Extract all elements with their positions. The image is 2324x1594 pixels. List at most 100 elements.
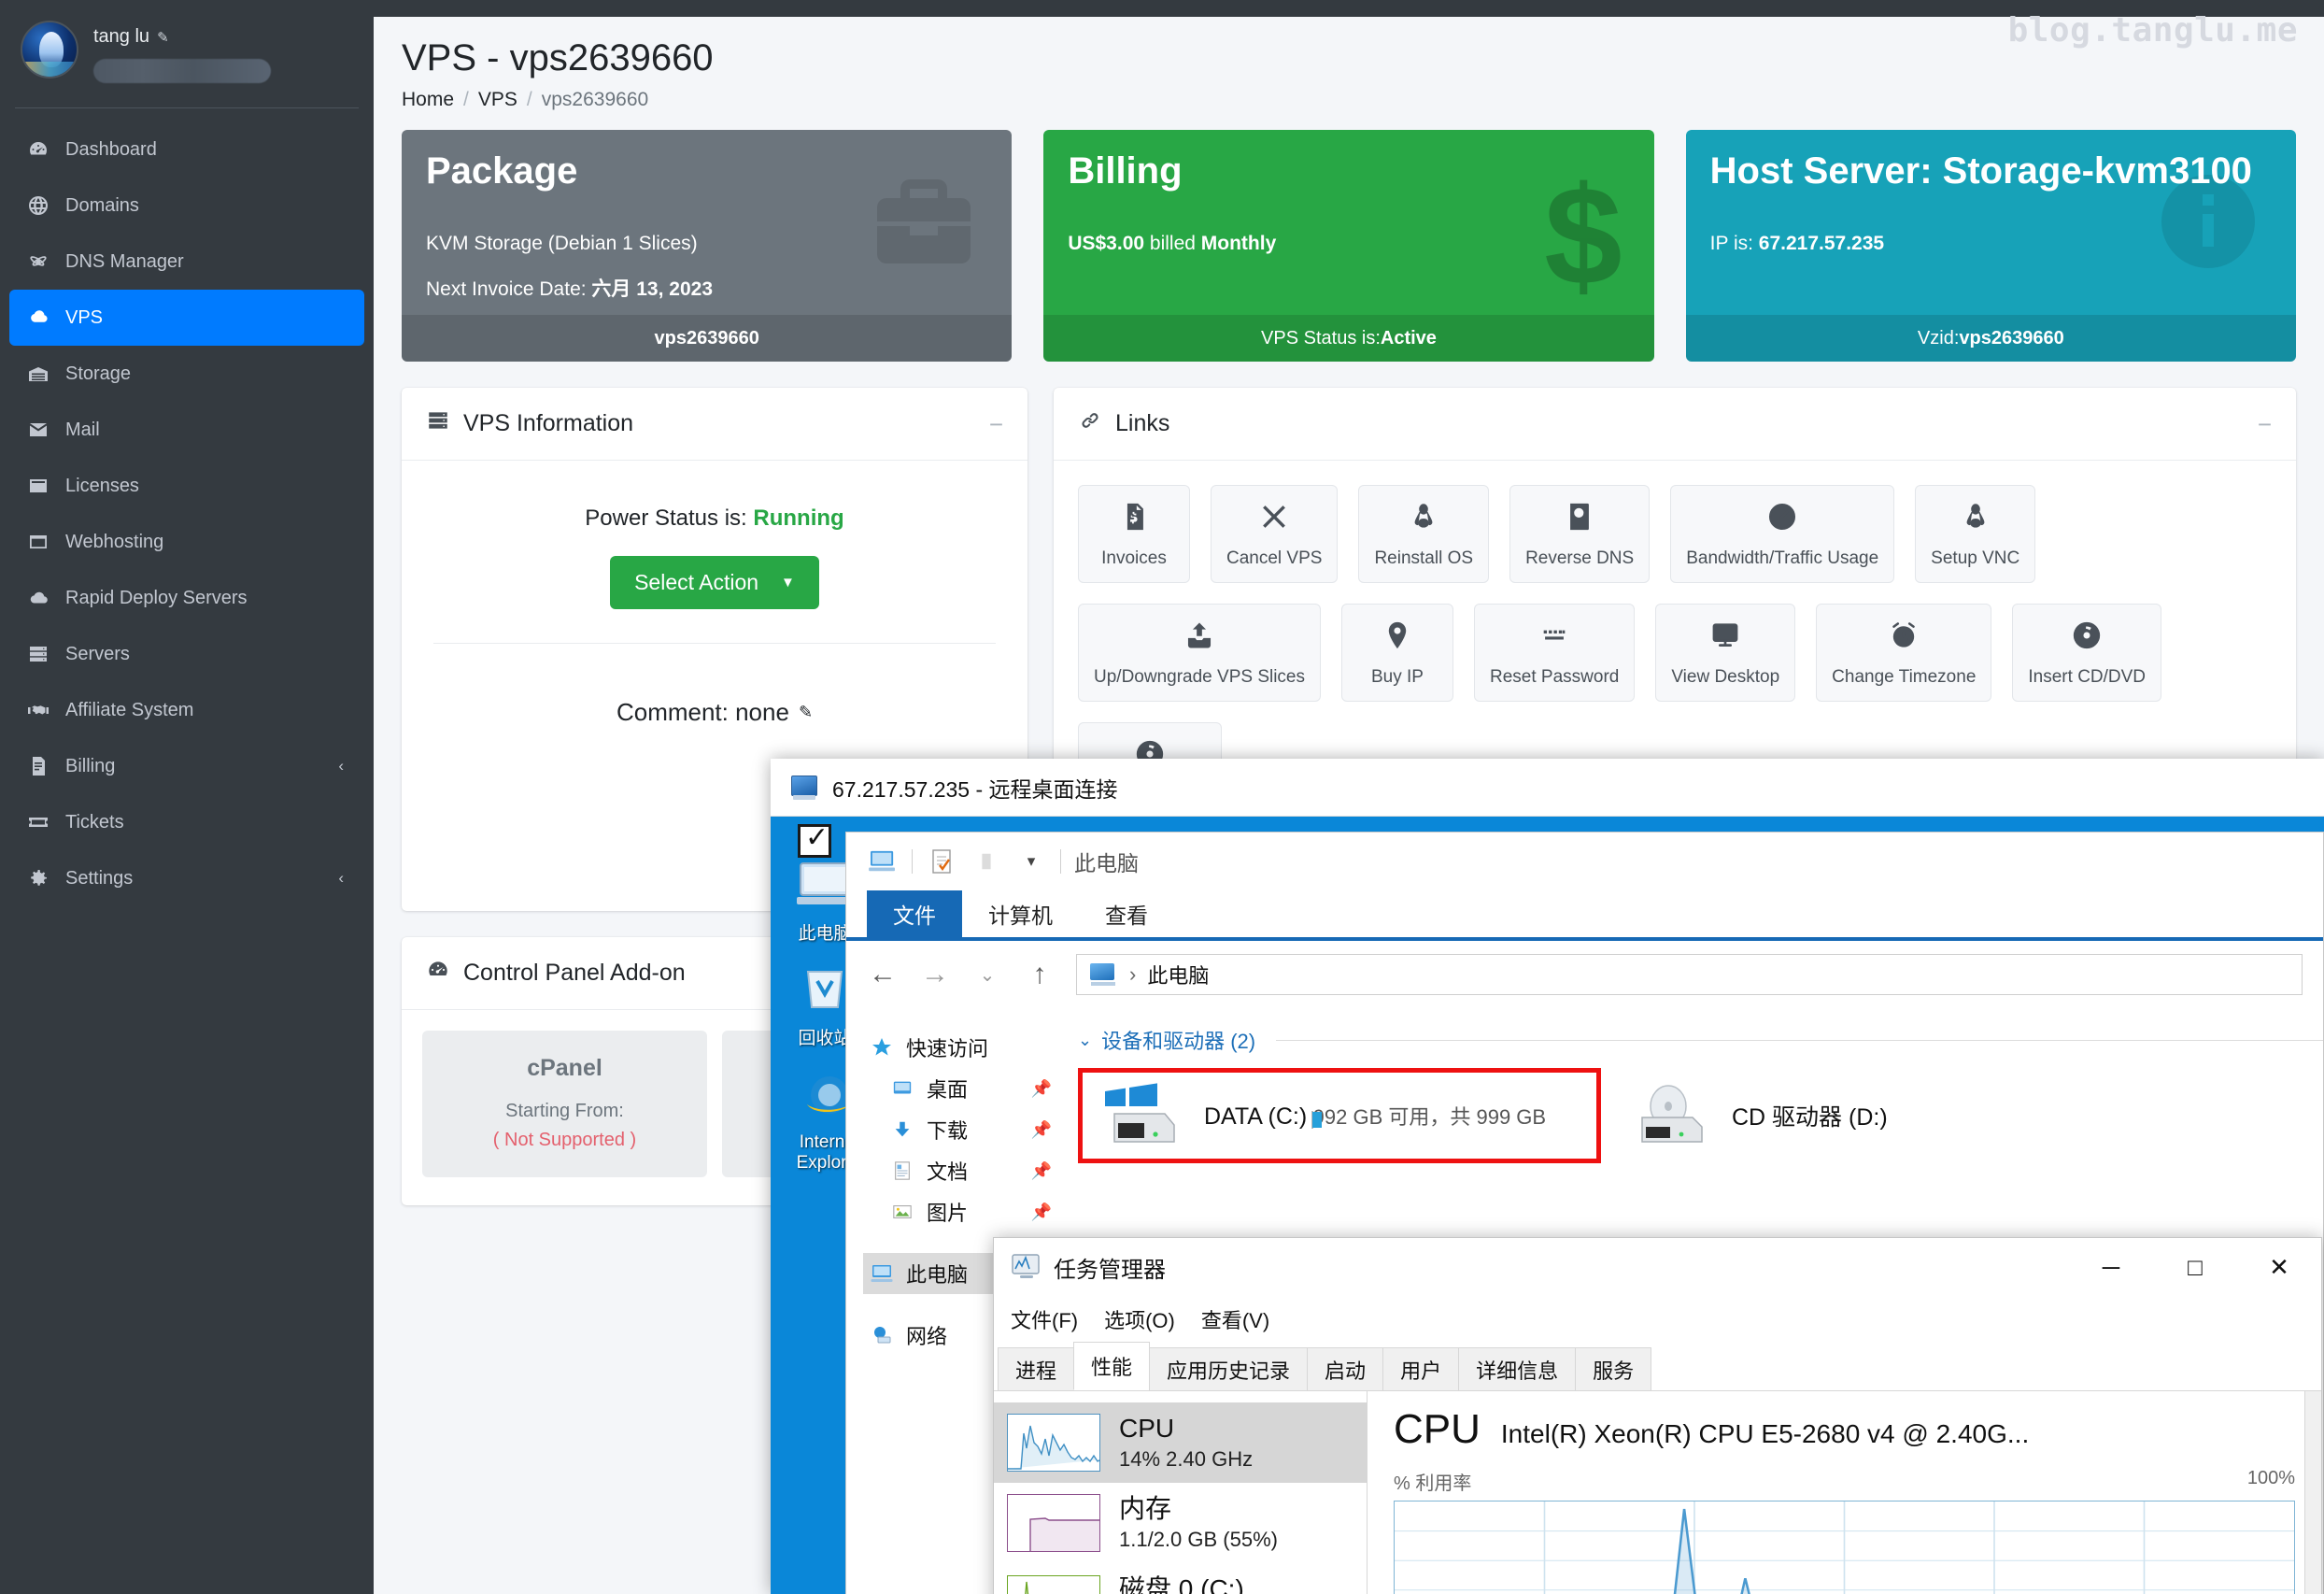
package-plan: KVM Storage (Debian 1 Slices)	[426, 233, 698, 254]
select-action-button[interactable]: Select Action ▼	[610, 556, 819, 609]
tab-view[interactable]: 查看	[1079, 890, 1174, 937]
sidebar-item-label: Affiliate System	[65, 699, 194, 720]
pin-icon[interactable]: 📌	[1031, 1120, 1052, 1140]
pencil-icon[interactable]: ✎	[157, 29, 169, 46]
up-button[interactable]: ↑	[1024, 959, 1056, 990]
link-tile-invoices[interactable]: Invoices	[1078, 485, 1190, 583]
tab-file[interactable]: 文件	[867, 890, 962, 937]
sidebar-item-servers[interactable]: Servers	[9, 626, 364, 682]
sidebar-item-domains[interactable]: Domains	[9, 178, 364, 234]
remote-desktop-canvas[interactable]: 此电脑 回收站 Internet Explorer	[771, 817, 2324, 1594]
desktop-select-checkbox[interactable]	[798, 821, 831, 858]
tree-item-desktop[interactable]: 桌面 📌	[863, 1068, 1061, 1109]
sidebar-item-webhosting[interactable]: Webhosting	[9, 514, 364, 570]
pin-icon[interactable]: 📌	[1031, 1203, 1052, 1222]
link-tile-setup-vnc[interactable]: Setup VNC	[1915, 485, 2036, 583]
task-manager-titlebar[interactable]: 任务管理器 ─ □ ✕	[994, 1238, 2321, 1296]
sidebar-item-dashboard[interactable]: Dashboard	[9, 121, 364, 178]
tab-computer[interactable]: 计算机	[962, 890, 1079, 937]
link-tile-up-downgrade-vps-slices[interactable]: Up/Downgrade VPS Slices	[1078, 604, 1321, 702]
sidebar-item-mail[interactable]: Mail	[9, 402, 364, 458]
tree-item-quick-access[interactable]: 快速访问	[863, 1027, 1061, 1068]
tab-performance[interactable]: 性能	[1073, 1342, 1151, 1390]
devices-and-drives-group-header[interactable]: ⌄ 设备和驱动器 (2)	[1078, 1025, 2323, 1055]
link-tile-reinstall-os[interactable]: Reinstall OS	[1358, 485, 1490, 583]
drive-item-cd-d[interactable]: CD 驱动器 (D:)	[1610, 1068, 1903, 1163]
link-tile-bandwidth-traffic-usage[interactable]: Bandwidth/Traffic Usage	[1670, 485, 1895, 583]
drive-item-data-c[interactable]: DATA (C:) 992 GB 可用，共 999 GB	[1078, 1068, 1601, 1163]
sidebar-item-label: Domains	[65, 194, 139, 216]
tab-app-history[interactable]: 应用历史记录	[1149, 1347, 1309, 1390]
sidebar-item-tickets[interactable]: Tickets	[9, 794, 364, 850]
sidebar-item-licenses[interactable]: Licenses	[9, 458, 364, 514]
link-tile-reset-password[interactable]: Reset Password	[1474, 604, 1636, 702]
drive-name: CD 驱动器 (D:)	[1732, 1104, 1888, 1131]
tab-processes[interactable]: 进程	[998, 1347, 1075, 1390]
tree-item-documents[interactable]: 文档 📌	[863, 1150, 1061, 1191]
pin-icon[interactable]: 📌	[1031, 1161, 1052, 1181]
sidebar-item-rapid-deploy-servers[interactable]: Rapid Deploy Servers	[9, 570, 364, 626]
sidebar-item-billing[interactable]: Billing ‹	[9, 738, 364, 794]
globe-icon	[26, 193, 50, 218]
scrollbar[interactable]	[2304, 1391, 2321, 1594]
task-manager-icon	[1011, 1253, 1042, 1281]
link-tile-view-desktop[interactable]: View Desktop	[1655, 604, 1796, 702]
resource-row-cpu[interactable]: CPU 14% 2.40 GHz	[994, 1402, 1367, 1484]
chevron-down-icon[interactable]: ⌄	[1078, 1031, 1092, 1050]
host-card-footer[interactable]: Vzid: vps2639660	[1685, 315, 2296, 362]
tab-users[interactable]: 用户	[1382, 1347, 1460, 1390]
address-input[interactable]: › 此电脑	[1076, 954, 2303, 995]
remote-desktop-titlebar[interactable]: 67.217.57.235 - 远程桌面连接	[771, 759, 2324, 817]
tree-item-pictures[interactable]: 图片 📌	[863, 1191, 1061, 1232]
link-tile-label: Invoices	[1101, 548, 1167, 568]
collapse-icon[interactable]: −	[2258, 412, 2272, 436]
menu-options[interactable]: 选项(O)	[1104, 1304, 1175, 1334]
link-tile-cancel-vps[interactable]: Cancel VPS	[1211, 485, 1339, 583]
package-card-footer[interactable]: vps2639660	[402, 315, 1013, 362]
remote-desktop-title-text: 67.217.57.235 - 远程桌面连接	[832, 776, 1118, 802]
link-tile-change-timezone[interactable]: Change Timezone	[1816, 604, 1992, 702]
tab-startup[interactable]: 启动	[1307, 1347, 1384, 1390]
sidebar-item-dns-manager[interactable]: DNS Manager	[9, 234, 364, 290]
collapse-icon[interactable]: −	[989, 412, 1003, 436]
tab-details[interactable]: 详细信息	[1458, 1347, 1577, 1390]
chevron-down-icon[interactable]: ▾	[1015, 847, 1047, 875]
resource-row-disk0[interactable]: 磁盘 0 (C:)	[994, 1563, 1367, 1594]
sidebar-user-block[interactable]: tang lu ✎	[0, 0, 374, 107]
properties-icon[interactable]	[926, 847, 957, 875]
resource-row-memory[interactable]: 内存 1.1/2.0 GB (55%)	[994, 1483, 1367, 1563]
control-panel-card-cpanel[interactable]: cPanel Starting From: ( Not Supported )	[422, 1031, 707, 1177]
tab-services[interactable]: 服务	[1575, 1347, 1652, 1390]
link-tile-insert-cd-dvd[interactable]: Insert CD/DVD	[2012, 604, 2162, 702]
chevron-left-icon[interactable]: ‹	[338, 757, 344, 776]
sidebar-item-storage[interactable]: Storage	[9, 346, 364, 402]
back-button[interactable]: ←	[867, 959, 899, 990]
minimize-button[interactable]: ─	[2069, 1238, 2153, 1296]
explorer-address-bar: ← → ⌄ ↑ › 此电脑	[846, 941, 2323, 1008]
sidebar-item-vps[interactable]: VPS	[9, 290, 364, 346]
pencil-icon[interactable]: ✎	[799, 703, 813, 722]
recent-locations-button[interactable]: ⌄	[971, 963, 1003, 987]
linux-penguin-icon	[1960, 501, 1991, 537]
sidebar-item-settings[interactable]: Settings ‹	[9, 850, 364, 906]
task-manager-window[interactable]: 任务管理器 ─ □ ✕ 文件(F) 选项(O) 查看(V) 进程 性能 应用历史…	[993, 1237, 2322, 1594]
new-folder-icon[interactable]	[971, 847, 1002, 875]
menu-view[interactable]: 查看(V)	[1201, 1304, 1269, 1334]
sidebar-item-affiliate-system[interactable]: Affiliate System	[9, 682, 364, 738]
maximize-button[interactable]: □	[2153, 1238, 2237, 1296]
pin-icon[interactable]: 📌	[1031, 1079, 1052, 1099]
menu-file[interactable]: 文件(F)	[1011, 1304, 1078, 1334]
breadcrumb-vps[interactable]: VPS	[478, 89, 517, 111]
breadcrumb-home[interactable]: Home	[402, 89, 454, 111]
this-pc-icon[interactable]	[867, 847, 899, 875]
link-tile-reverse-dns[interactable]: Reverse DNS	[1509, 485, 1651, 583]
close-button[interactable]: ✕	[2237, 1238, 2321, 1296]
billing-card-footer[interactable]: VPS Status is: Active	[1043, 315, 1654, 362]
link-tile-buy-ip[interactable]: Buy IP	[1341, 604, 1453, 702]
forward-button[interactable]: →	[919, 959, 951, 990]
linux-penguin-icon	[1408, 501, 1439, 537]
chevron-left-icon[interactable]: ‹	[338, 869, 344, 888]
tree-item-downloads[interactable]: 下载 📌	[863, 1109, 1061, 1150]
sidebar-username: tang lu	[93, 26, 150, 47]
remote-desktop-window[interactable]: 67.217.57.235 - 远程桌面连接 此电脑 回收站	[771, 759, 2324, 1594]
